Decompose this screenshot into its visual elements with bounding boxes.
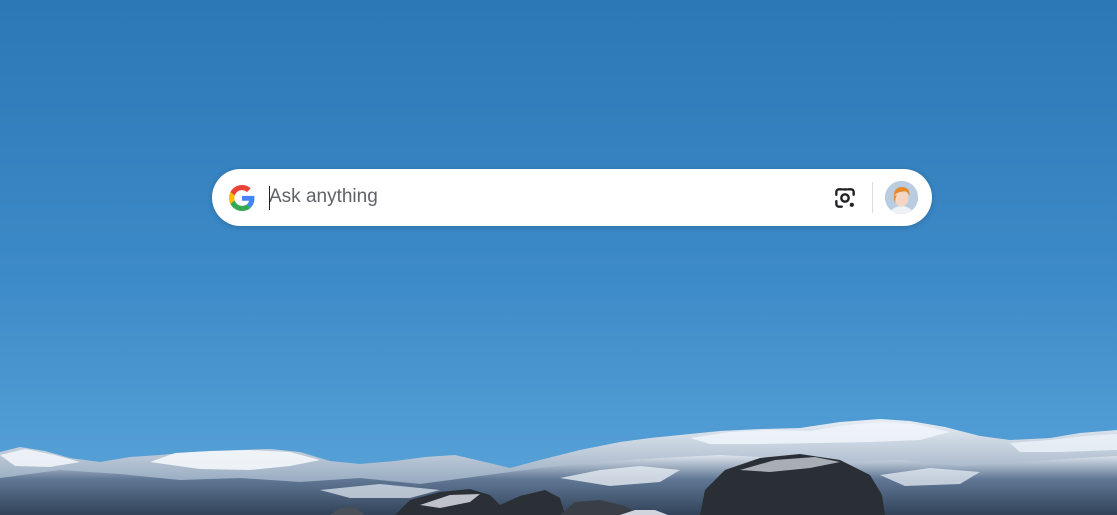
google-lens-button[interactable] (831, 184, 859, 212)
avatar (885, 181, 918, 214)
search-bar-divider (872, 182, 873, 213)
account-avatar-button[interactable] (885, 181, 918, 214)
search-bar[interactable] (212, 169, 932, 226)
background-wallpaper (0, 0, 1117, 515)
search-input[interactable] (269, 182, 809, 212)
google-logo-icon (229, 185, 255, 211)
text-cursor (269, 186, 270, 210)
camera-lens-icon (835, 188, 855, 208)
